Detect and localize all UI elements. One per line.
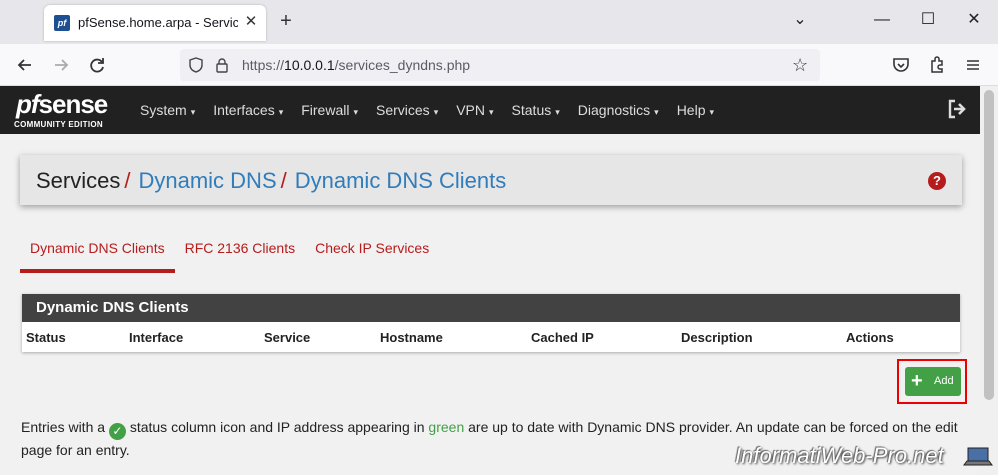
new-tab-icon[interactable]: + (276, 11, 296, 31)
logo-pf: pf (16, 89, 40, 119)
breadcrumb-services: Services (36, 168, 121, 193)
menu-icon[interactable] (962, 54, 984, 76)
menu-help[interactable]: Help ▾ (677, 86, 714, 134)
green-word: green (428, 419, 465, 435)
check-circle-icon: ✓ (108, 423, 126, 440)
laptop-icon (963, 445, 993, 469)
page-scrollbar[interactable] (980, 86, 998, 475)
column-header-interface: Interface (129, 330, 184, 345)
tab-close-icon[interactable]: ✕ (242, 13, 260, 31)
add-button[interactable]: + Add (905, 367, 961, 396)
minimize-icon[interactable]: — (872, 10, 892, 30)
shield-icon[interactable] (188, 57, 204, 73)
menu-diagnostics[interactable]: Diagnostics ▾ (578, 86, 659, 134)
url-text[interactable]: https://10.0.0.1/services_dyndns.php (242, 57, 470, 73)
lock-icon[interactable] (214, 57, 230, 73)
breadcrumb: Services / Dynamic DNS / Dynamic DNS Clients (36, 168, 507, 193)
menu-services[interactable]: Services ▾ (376, 86, 438, 134)
column-header-service: Service (264, 330, 311, 345)
browser-nav-bar: https://10.0.0.1/services_dyndns.php ☆ (0, 44, 998, 86)
forward-arrow-icon[interactable] (50, 54, 72, 76)
menu-system[interactable]: System ▾ (140, 86, 195, 134)
reload-icon[interactable] (86, 54, 108, 76)
help-icon[interactable]: ? (928, 172, 946, 190)
close-window-icon[interactable]: ✕ (964, 10, 984, 30)
column-header-hostname: Hostname (380, 330, 443, 345)
pfsense-favicon-icon: pf (54, 15, 70, 31)
tab-title: pfSense.home.arpa - Services: D (78, 15, 238, 30)
tab-check-ip-services[interactable]: Check IP Services (305, 233, 439, 273)
extensions-icon[interactable] (926, 54, 948, 76)
page-tabs: Dynamic DNS Clients RFC 2136 Clients Che… (20, 233, 439, 273)
column-header-description: Description (681, 330, 753, 345)
column-header-cached-ip: Cached IP (531, 330, 594, 345)
column-header-actions: Actions (846, 330, 894, 345)
column-header-status: Status (26, 330, 66, 345)
breadcrumb-dynamic-dns-clients[interactable]: Dynamic DNS Clients (295, 168, 507, 193)
logout-icon[interactable] (946, 98, 968, 120)
back-arrow-icon[interactable] (14, 54, 36, 76)
logo-sense: sense (38, 89, 109, 119)
bookmark-star-icon[interactable]: ☆ (792, 55, 808, 76)
menu-vpn[interactable]: VPN ▾ (456, 86, 493, 134)
browser-tab[interactable]: pf pfSense.home.arpa - Services: D ✕ (44, 5, 266, 41)
scrollbar-thumb[interactable] (984, 90, 994, 400)
logo-subtitle: COMMUNITY EDITION (14, 120, 103, 129)
breadcrumb-panel: Services / Dynamic DNS / Dynamic DNS Clients… (20, 155, 962, 205)
clients-table-panel: Dynamic DNS Clients Status Interface Ser… (22, 294, 960, 352)
panel-title: Dynamic DNS Clients (22, 294, 960, 322)
pocket-icon[interactable] (890, 54, 912, 76)
menu-interfaces[interactable]: Interfaces ▾ (213, 86, 283, 134)
tab-dynamic-dns-clients[interactable]: Dynamic DNS Clients (20, 233, 175, 273)
plus-icon: + (911, 370, 923, 392)
maximize-icon[interactable]: ☐ (918, 10, 938, 30)
browser-tab-bar: pf pfSense.home.arpa - Services: D ✕ + ⌄… (0, 0, 998, 44)
tab-list-chevron-icon[interactable]: ⌄ (790, 10, 810, 30)
main-menu: System ▾ Interfaces ▾ Firewall ▾ Services ▾ … (140, 86, 732, 134)
url-bar[interactable]: https://10.0.0.1/services_dyndns.php ☆ (180, 49, 820, 81)
tab-rfc-2136-clients[interactable]: RFC 2136 Clients (175, 233, 306, 273)
pfsense-header: pfsense COMMUNITY EDITION System ▾ Interf… (0, 86, 980, 134)
add-button-label: Add (934, 375, 954, 387)
menu-status[interactable]: Status ▾ (512, 86, 560, 134)
pfsense-logo[interactable]: pfsense COMMUNITY EDITION (14, 90, 126, 130)
menu-firewall[interactable]: Firewall ▾ (301, 86, 358, 134)
breadcrumb-dynamic-dns[interactable]: Dynamic DNS (138, 168, 276, 193)
watermark: InformatiWeb-Pro.net (735, 443, 944, 468)
